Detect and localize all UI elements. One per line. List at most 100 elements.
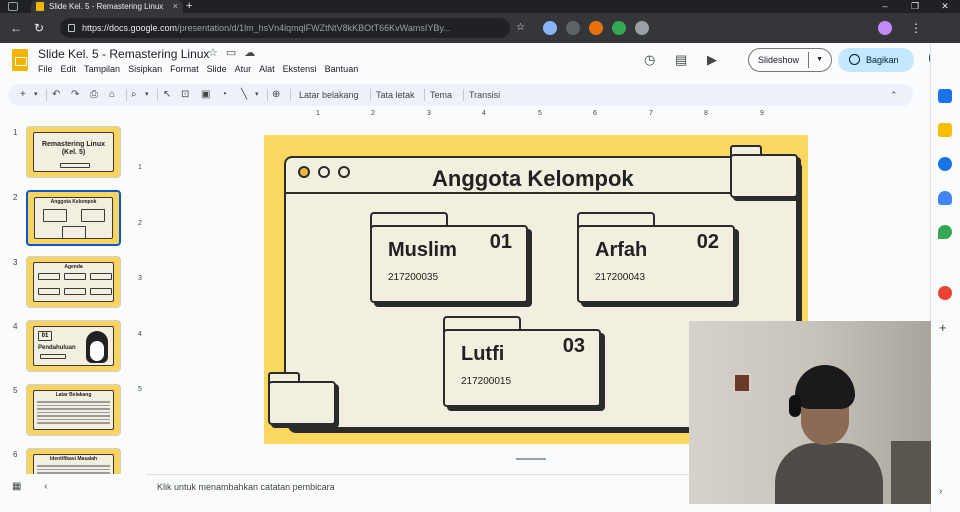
slide-title[interactable]: Anggota Kelompok: [432, 166, 634, 192]
get-addons-icon[interactable]: +: [939, 320, 947, 335]
menu-help[interactable]: Bantuan: [325, 64, 359, 74]
tasks-icon[interactable]: [938, 157, 952, 171]
member-number: 02: [696, 231, 719, 253]
collapse-filmstrip-icon[interactable]: ‹: [44, 481, 47, 492]
slide-number: 3: [13, 258, 18, 267]
meet-video-icon[interactable]: ▶: [707, 52, 717, 68]
ruler-tick-label: 3: [138, 275, 142, 282]
headset-icon: [789, 395, 801, 417]
horizontal-ruler[interactable]: 1 2 3 4 5 6 7 8 9: [146, 110, 914, 124]
maximize-button[interactable]: ❐: [900, 0, 930, 13]
share-button[interactable]: Bagikan: [838, 48, 914, 72]
chevron-down-icon[interactable]: ▾: [255, 87, 259, 103]
window-title-bar: Anggota Kelompok: [286, 158, 796, 194]
redo-icon[interactable]: ↷: [71, 87, 79, 103]
minimize-button[interactable]: –: [870, 0, 900, 13]
select-cursor-icon[interactable]: ↖: [163, 87, 171, 103]
comments-icon[interactable]: ▤: [675, 52, 687, 68]
slide-thumbnail-5[interactable]: Latar Belakang: [26, 384, 121, 436]
chevron-down-icon[interactable]: ▼: [816, 49, 823, 71]
profile-icon[interactable]: [878, 21, 892, 35]
menu-view[interactable]: Tampilan: [84, 64, 120, 74]
grid-view-icon[interactable]: ▦: [12, 481, 21, 492]
paint-format-icon[interactable]: ⌂: [109, 87, 115, 103]
new-tab-button[interactable]: +: [186, 0, 192, 12]
menu-arrange[interactable]: Atur: [235, 64, 252, 74]
menu-edit[interactable]: Edit: [61, 64, 77, 74]
close-window-button[interactable]: ✕: [930, 0, 960, 13]
shape-icon[interactable]: ◔: [221, 87, 227, 103]
menu-tools[interactable]: Alat: [259, 64, 275, 74]
menu-insert[interactable]: Sisipkan: [128, 64, 162, 74]
chevron-down-icon[interactable]: ▾: [34, 87, 38, 103]
ruler-tick-label: 2: [138, 220, 142, 227]
horizontal-scrollbar[interactable]: [516, 458, 546, 460]
add-comment-icon[interactable]: ⊕: [272, 87, 280, 103]
keep-icon[interactable]: [938, 123, 952, 137]
member-id: 217200015: [461, 376, 512, 387]
ruler-tick-label: 4: [482, 110, 486, 117]
cloud-status-icon[interactable]: ☁: [244, 47, 255, 59]
slideshow-button[interactable]: Slideshow ▼: [748, 48, 832, 72]
theme-button[interactable]: Tema: [430, 87, 452, 103]
browser-nav-bar: ← ↻ https://docs.google.com/presentation…: [0, 13, 960, 43]
tab-close-icon[interactable]: ×: [173, 0, 178, 13]
star-icon[interactable]: ☆: [208, 47, 218, 59]
slide-filmstrip: 1 Remastering Linux (Kel. 5) 2 Anggota K…: [0, 110, 134, 474]
menu-file[interactable]: File: [38, 64, 53, 74]
tab-list-icon[interactable]: [8, 2, 18, 11]
slide-number: 1: [13, 128, 18, 137]
line-icon[interactable]: ╲: [241, 87, 247, 103]
extension-icon[interactable]: [612, 21, 626, 35]
collapse-toolbar-icon[interactable]: ⌃: [890, 87, 898, 103]
image-icon[interactable]: ▣: [201, 87, 210, 103]
contacts-icon[interactable]: [938, 191, 952, 205]
browser-tab[interactable]: Slide Kel. 5 - Remastering Linux ×: [31, 0, 183, 13]
transition-button[interactable]: Transisi: [469, 87, 500, 103]
ruler-tick-label: 6: [593, 110, 597, 117]
slide-thumbnail-3[interactable]: Agenda: [26, 256, 121, 308]
new-slide-icon[interactable]: +: [20, 87, 26, 103]
slide-thumbnail-6[interactable]: Identifikasi Masalah: [26, 448, 121, 474]
calendar-icon[interactable]: [938, 89, 952, 103]
background-button[interactable]: Latar belakang: [299, 87, 359, 103]
docs-header: Slide Kel. 5 - Remastering Linux ☆ ▭ ☁ Fil…: [0, 43, 930, 83]
extension-icon[interactable]: [543, 21, 557, 35]
ruler-tick-label: 3: [427, 110, 431, 117]
show-side-panel-icon[interactable]: ›: [939, 486, 942, 497]
zoom-icon[interactable]: ⌕: [131, 87, 137, 103]
layout-button[interactable]: Tata letak: [376, 87, 415, 103]
move-folder-icon[interactable]: ▭: [226, 47, 236, 59]
member-id: 217200043: [595, 272, 646, 283]
menu-extensions[interactable]: Ekstensi: [283, 64, 317, 74]
reload-icon[interactable]: ↻: [34, 21, 44, 35]
address-bar[interactable]: https://docs.google.com/presentation/d/1…: [60, 18, 510, 38]
thumb-title: Pendahuluan: [38, 345, 76, 351]
url-path: /presentation/d/1lm_hsVn4lqmqlFWZtNtV8kK…: [177, 23, 451, 33]
addon-icon[interactable]: [938, 286, 952, 300]
maps-icon[interactable]: [938, 225, 952, 239]
extension-icon[interactable]: [589, 21, 603, 35]
text-box-icon[interactable]: ⊡: [181, 87, 189, 103]
ruler-tick-label: 7: [649, 110, 653, 117]
menu-format[interactable]: Format: [170, 64, 199, 74]
menu-slide[interactable]: Slide: [207, 64, 227, 74]
undo-icon[interactable]: ↶: [52, 87, 60, 103]
member-number: 01: [489, 231, 512, 253]
print-icon[interactable]: ⎙: [90, 87, 98, 103]
slide-thumbnail-2[interactable]: Anggota Kelompok: [26, 190, 121, 246]
more-options-icon[interactable]: ⋮: [910, 21, 922, 35]
notes-placeholder: Klik untuk menambahkan catatan pembicara: [157, 482, 335, 492]
slide-thumbnail-1[interactable]: Remastering Linux (Kel. 5): [26, 126, 121, 178]
star-icon[interactable]: ☆: [516, 21, 525, 35]
history-icon[interactable]: ◷: [644, 52, 655, 68]
site-info-icon[interactable]: [68, 24, 75, 32]
document-title[interactable]: Slide Kel. 5 - Remastering Linux: [38, 47, 209, 61]
slide-thumbnail-4[interactable]: 01 Pendahuluan: [26, 320, 121, 372]
chevron-down-icon[interactable]: ▾: [145, 87, 149, 103]
back-icon[interactable]: ←: [10, 21, 22, 35]
ruler-tick-label: 2: [371, 110, 375, 117]
slides-logo-icon[interactable]: [12, 49, 28, 71]
extension-icon[interactable]: [635, 21, 649, 35]
extension-icon[interactable]: [566, 21, 580, 35]
